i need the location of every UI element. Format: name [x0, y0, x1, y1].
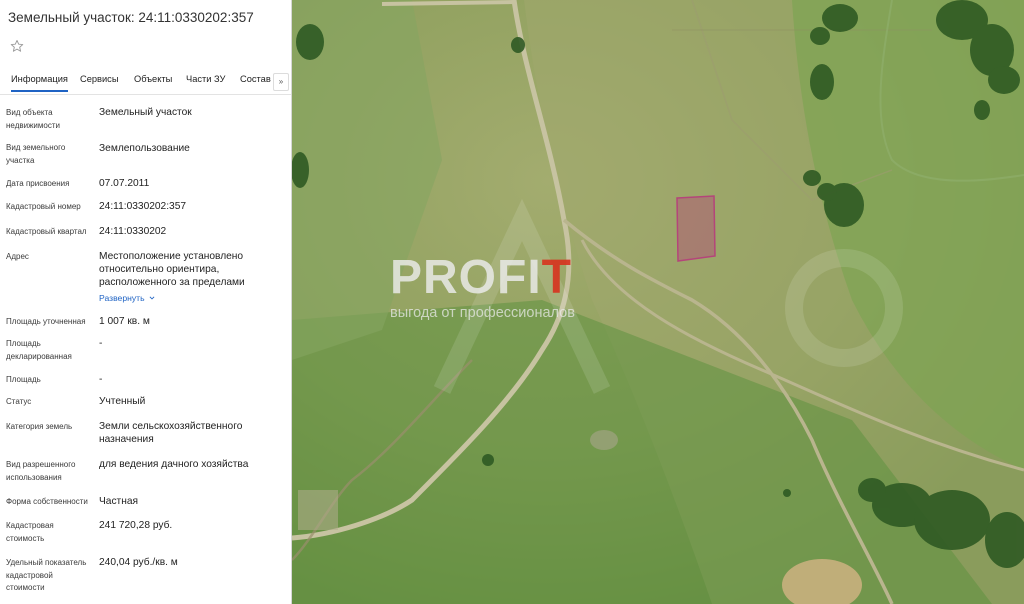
- field-value-area: -: [99, 374, 103, 385]
- field-value-cadastral-quarter: 24:11:0330202: [99, 226, 167, 237]
- field-label-area-specified: Площадь уточненная: [6, 317, 86, 326]
- field-value-area-declared: -: [99, 338, 103, 349]
- field-value-object-type: Земельный участок: [99, 107, 192, 118]
- tab-info[interactable]: Информация: [11, 74, 68, 92]
- field-label-ownership: Форма собственности: [6, 497, 88, 506]
- watermark-logo: PROFIT: [390, 250, 572, 305]
- field-value-cadastral-value: 241 720,28 руб.: [99, 520, 173, 531]
- watermark-brand-text: PROFI: [390, 251, 542, 304]
- star-icon[interactable]: [10, 39, 24, 53]
- field-value-permitted-use: для ведения дачного хозяйства: [99, 459, 249, 470]
- field-label-permitted-use: Вид разрешенного использования: [6, 460, 76, 482]
- tab-composition[interactable]: Состав: [240, 74, 271, 84]
- info-panel: Земельный участок: 24:11:0330202:357 Инф…: [0, 0, 292, 604]
- field-label-assign-date: Дата присвоения: [6, 179, 70, 188]
- field-label-address: Адрес: [6, 252, 29, 261]
- tab-parts[interactable]: Части ЗУ: [186, 74, 225, 84]
- chevron-down-icon[interactable]: [149, 295, 155, 301]
- tab-bar: Информация Сервисы Объекты Части ЗУ Сост…: [0, 68, 291, 95]
- tabs-scroll-right-button[interactable]: »: [273, 73, 289, 91]
- field-label-status: Статус: [6, 397, 32, 406]
- field-label-object-type: Вид объекта недвижимости: [6, 108, 60, 130]
- field-label-area-declared: Площадь декларированная: [6, 339, 72, 361]
- page-title: Земельный участок: 24:11:0330202:357: [8, 10, 254, 25]
- field-label-land-category: Категория земель: [6, 422, 73, 431]
- parcel-outline: [676, 195, 716, 262]
- expand-address-link[interactable]: Развернуть: [99, 293, 145, 303]
- field-value-status: Учтенный: [99, 396, 146, 407]
- field-value-area-specified: 1 007 кв. м: [99, 316, 150, 327]
- field-value-specific-value: 240,04 руб./кв. м: [99, 557, 178, 568]
- field-label-cadastral-number: Кадастровый номер: [6, 202, 81, 211]
- field-value-land-category: Земли сельскохозяйственного назначения: [99, 421, 243, 446]
- field-label-area: Площадь: [6, 375, 41, 384]
- field-value-address: Местоположение установлено относительно …: [99, 251, 245, 289]
- satellite-map[interactable]: PROFIT выгода от профессионалов: [292, 0, 1024, 604]
- field-label-specific-value: Удельный показатель кадастровой стоимост…: [6, 558, 87, 592]
- watermark-brand-accent: T: [541, 251, 572, 304]
- field-label-cadastral-quarter: Кадастровый квартал: [6, 227, 87, 236]
- field-value-cadastral-number: 24:11:0330202:357: [99, 201, 187, 212]
- field-label-cadastral-value: Кадастровая стоимость: [6, 521, 54, 543]
- tab-services[interactable]: Сервисы: [80, 74, 119, 84]
- field-value-assign-date: 07.07.2011: [99, 178, 150, 189]
- tab-objects[interactable]: Объекты: [134, 74, 172, 84]
- field-value-parcel-kind: Землепользование: [99, 143, 190, 154]
- field-value-ownership: Частная: [99, 496, 139, 507]
- field-label-parcel-kind: Вид земельного участка: [6, 143, 66, 165]
- watermark-tagline: выгода от профессионалов: [390, 305, 575, 321]
